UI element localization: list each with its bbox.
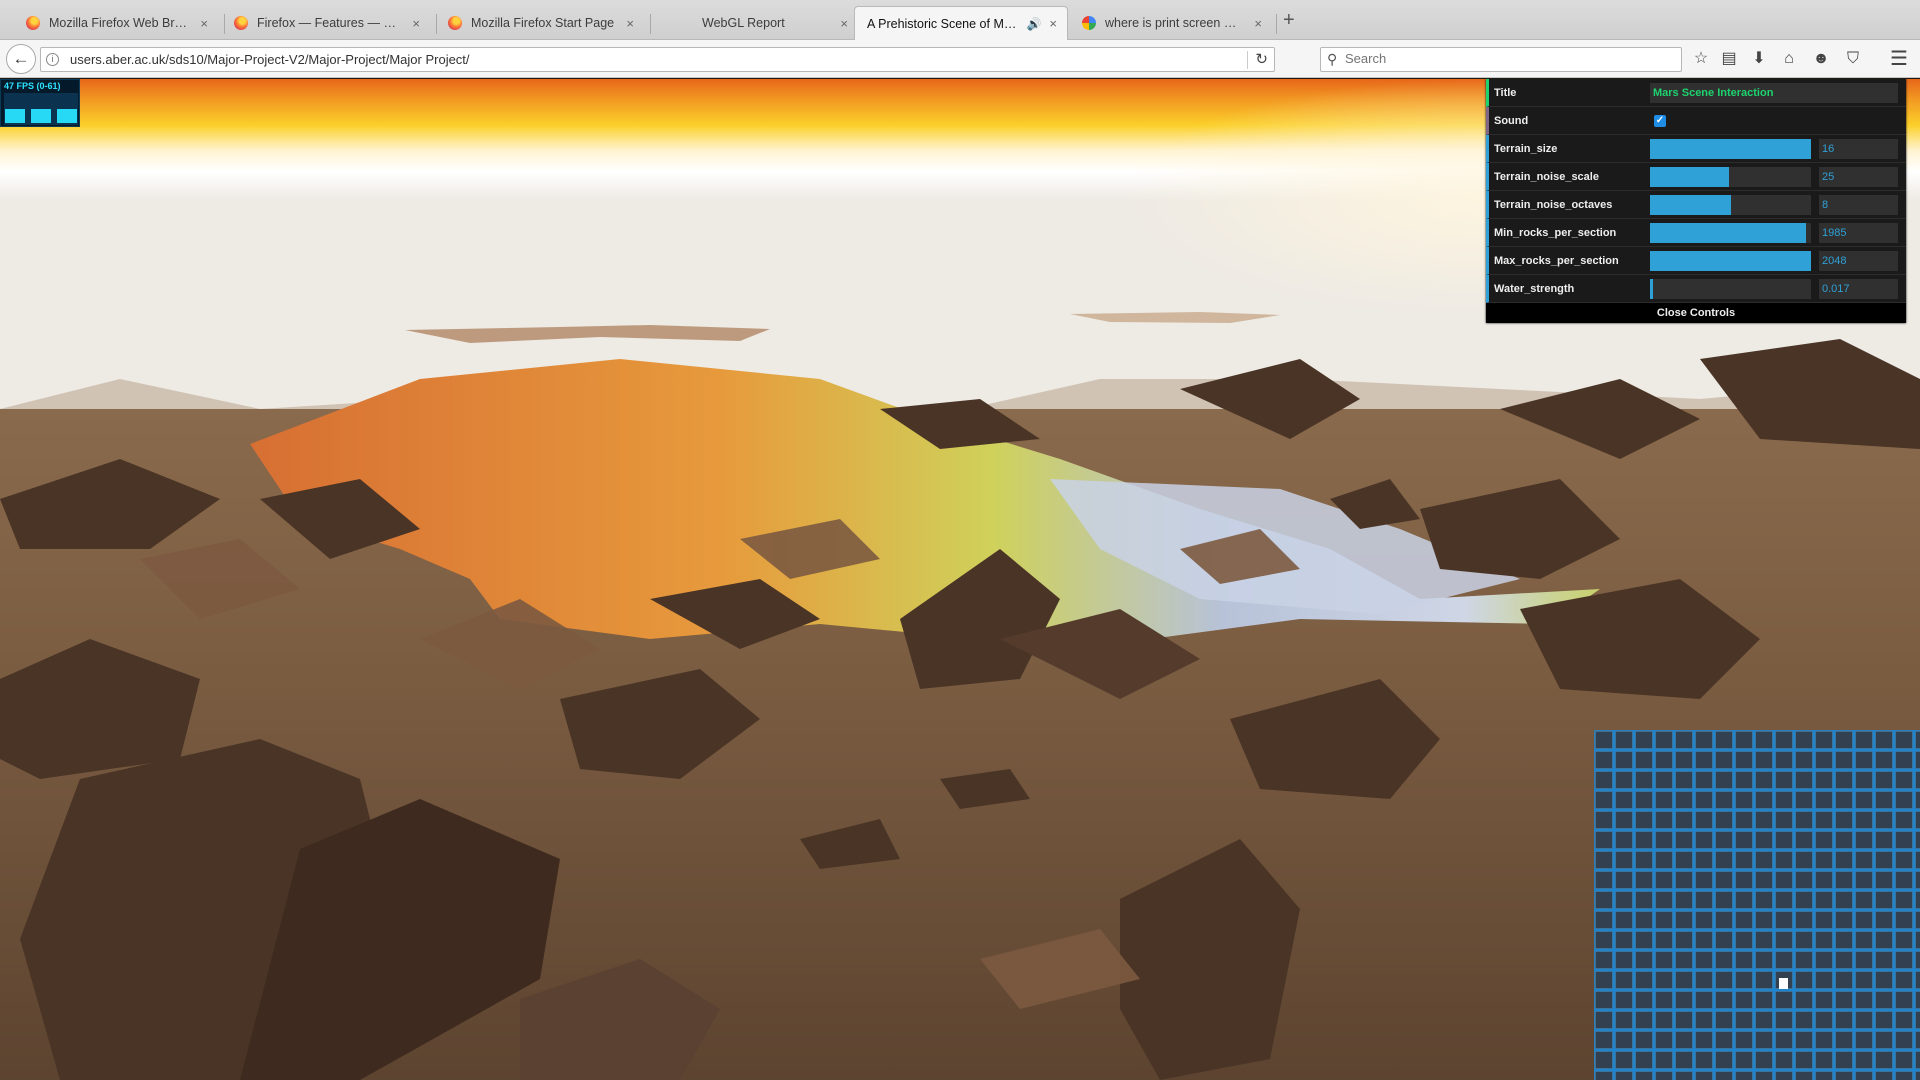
menu-icon[interactable]: ☰	[1888, 48, 1910, 70]
param-label: Terrain_noise_octaves	[1494, 198, 1613, 211]
tab-6[interactable]: where is print screen mac k… ×	[1070, 6, 1272, 40]
tab-3[interactable]: Mozilla Firefox Start Page ×	[436, 6, 644, 40]
close-tab-icon[interactable]: ×	[200, 16, 208, 31]
tab-4[interactable]: WebGL Report ×	[650, 6, 858, 40]
reading-list-icon[interactable]: ▤	[1718, 48, 1740, 70]
fps-graph-bar	[57, 109, 77, 123]
minimap-tint	[1594, 730, 1920, 1080]
google-icon	[1082, 16, 1096, 30]
navigation-toolbar: ← i users.aber.ac.uk/sds10/Major-Project…	[0, 40, 1920, 78]
param-row-max-rocks: Max_rocks_per_section 2048	[1486, 247, 1906, 275]
close-controls-button[interactable]: Close Controls	[1486, 303, 1906, 323]
minimap	[1594, 730, 1920, 1080]
new-tab-button[interactable]: +	[1283, 10, 1295, 30]
min-rocks-slider[interactable]	[1650, 222, 1811, 243]
bookmark-star-icon[interactable]: ☆	[1690, 48, 1712, 70]
fps-graph-bar	[5, 109, 25, 123]
firefox-icon	[234, 16, 248, 30]
param-label: Terrain_noise_scale	[1494, 170, 1599, 183]
webgl-canvas[interactable]: 47 FPS (0-61) Title Mars Scene Interacti…	[0, 79, 1920, 1080]
slider-fill	[1650, 138, 1811, 159]
max-rocks-input[interactable]: 2048	[1819, 250, 1898, 271]
tab-1[interactable]: Mozilla Firefox Web Brows… ×	[14, 6, 218, 40]
title-input[interactable]: Mars Scene Interaction	[1650, 82, 1898, 103]
tab-label: Mozilla Firefox Start Page	[471, 16, 615, 30]
fps-graph-bar	[31, 109, 51, 123]
terrain-size-slider[interactable]	[1650, 138, 1811, 159]
search-input[interactable]	[1345, 51, 1665, 66]
tab-label: A Prehistoric Scene of Mars…	[867, 16, 1021, 31]
param-label: Max_rocks_per_section	[1494, 254, 1619, 267]
close-tab-icon[interactable]: ×	[412, 16, 420, 31]
close-tab-icon[interactable]: ×	[626, 16, 634, 31]
slider-fill	[1650, 278, 1654, 299]
chat-icon[interactable]: ☻	[1810, 48, 1832, 70]
controls-panel: Title Mars Scene Interaction Sound ✓ Ter…	[1486, 79, 1906, 323]
close-tab-icon[interactable]: ×	[1254, 16, 1262, 31]
sound-label: Sound	[1494, 114, 1529, 127]
terrain-noise-scale-input[interactable]: 25	[1819, 166, 1898, 187]
search-icon: ⚲	[1327, 51, 1338, 67]
tab-label: Mozilla Firefox Web Brows…	[49, 16, 192, 30]
pocket-icon[interactable]: ⛉	[1842, 48, 1864, 70]
sound-checkbox[interactable]: ✓	[1654, 114, 1666, 127]
max-rocks-slider[interactable]	[1650, 250, 1811, 271]
param-row-water-strength: Water_strength 0.017	[1486, 275, 1906, 303]
tab-2[interactable]: Firefox — Features — Mozilla ×	[222, 6, 430, 40]
fps-meter[interactable]: 47 FPS (0-61)	[0, 79, 80, 127]
back-button[interactable]: ←	[6, 44, 36, 74]
title-row: Title Mars Scene Interaction	[1486, 79, 1906, 107]
speaker-icon[interactable]: 🔊	[1026, 17, 1041, 31]
minimap-grid	[1594, 730, 1920, 1080]
terrain-size-input[interactable]: 16	[1819, 138, 1898, 159]
firefox-icon	[448, 16, 462, 30]
tab-label: where is print screen mac k…	[1105, 16, 1247, 30]
param-row-min-rocks: Min_rocks_per_section 1985	[1486, 219, 1906, 247]
tab-strip: Mozilla Firefox Web Brows… × Firefox — F…	[0, 0, 1920, 40]
url-divider	[1247, 51, 1248, 69]
slider-fill	[1650, 250, 1811, 271]
url-bar[interactable]: i users.aber.ac.uk/sds10/Major-Project-V…	[40, 47, 1275, 72]
tab-label: Firefox — Features — Mozilla	[257, 16, 404, 30]
fps-graph	[4, 93, 78, 125]
slider-fill	[1650, 194, 1731, 215]
download-icon[interactable]: ⬇	[1748, 48, 1770, 70]
param-row-terrain-size: Terrain_size 16	[1486, 135, 1906, 163]
param-row-terrain-noise-octaves: Terrain_noise_octaves 8	[1486, 191, 1906, 219]
sound-row: Sound ✓	[1486, 107, 1906, 135]
tab-separator	[1276, 14, 1277, 34]
param-label: Min_rocks_per_section	[1494, 226, 1617, 239]
terrain-noise-octaves-input[interactable]: 8	[1819, 194, 1898, 215]
water-strength-input[interactable]: 0.017	[1819, 278, 1898, 299]
slider-fill	[1650, 166, 1729, 187]
slider-fill	[1650, 222, 1807, 243]
reload-icon[interactable]: ↻	[1255, 48, 1268, 71]
close-tab-icon[interactable]: ×	[840, 16, 848, 31]
player-marker	[1779, 978, 1788, 989]
param-row-terrain-noise-scale: Terrain_noise_scale 25	[1486, 163, 1906, 191]
min-rocks-input[interactable]: 1985	[1819, 222, 1898, 243]
info-icon[interactable]: i	[46, 53, 59, 66]
terrain-noise-scale-slider[interactable]	[1650, 166, 1811, 187]
water-strength-slider[interactable]	[1650, 278, 1811, 299]
param-label: Terrain_size	[1494, 142, 1558, 155]
title-label: Title	[1494, 86, 1517, 99]
tab-5-active[interactable]: A Prehistoric Scene of Mars… 🔊 ×	[854, 6, 1068, 40]
home-icon[interactable]: ⌂	[1778, 48, 1800, 70]
terrain-noise-octaves-slider[interactable]	[1650, 194, 1811, 215]
param-label: Water_strength	[1494, 282, 1575, 295]
firefox-icon	[26, 16, 40, 30]
close-tab-icon[interactable]: ×	[1049, 16, 1057, 31]
fps-text: 47 FPS (0-61)	[4, 81, 61, 91]
tab-label: WebGL Report	[702, 16, 785, 30]
url-text[interactable]: users.aber.ac.uk/sds10/Major-Project-V2/…	[70, 48, 470, 71]
search-bar[interactable]: ⚲	[1320, 47, 1682, 72]
